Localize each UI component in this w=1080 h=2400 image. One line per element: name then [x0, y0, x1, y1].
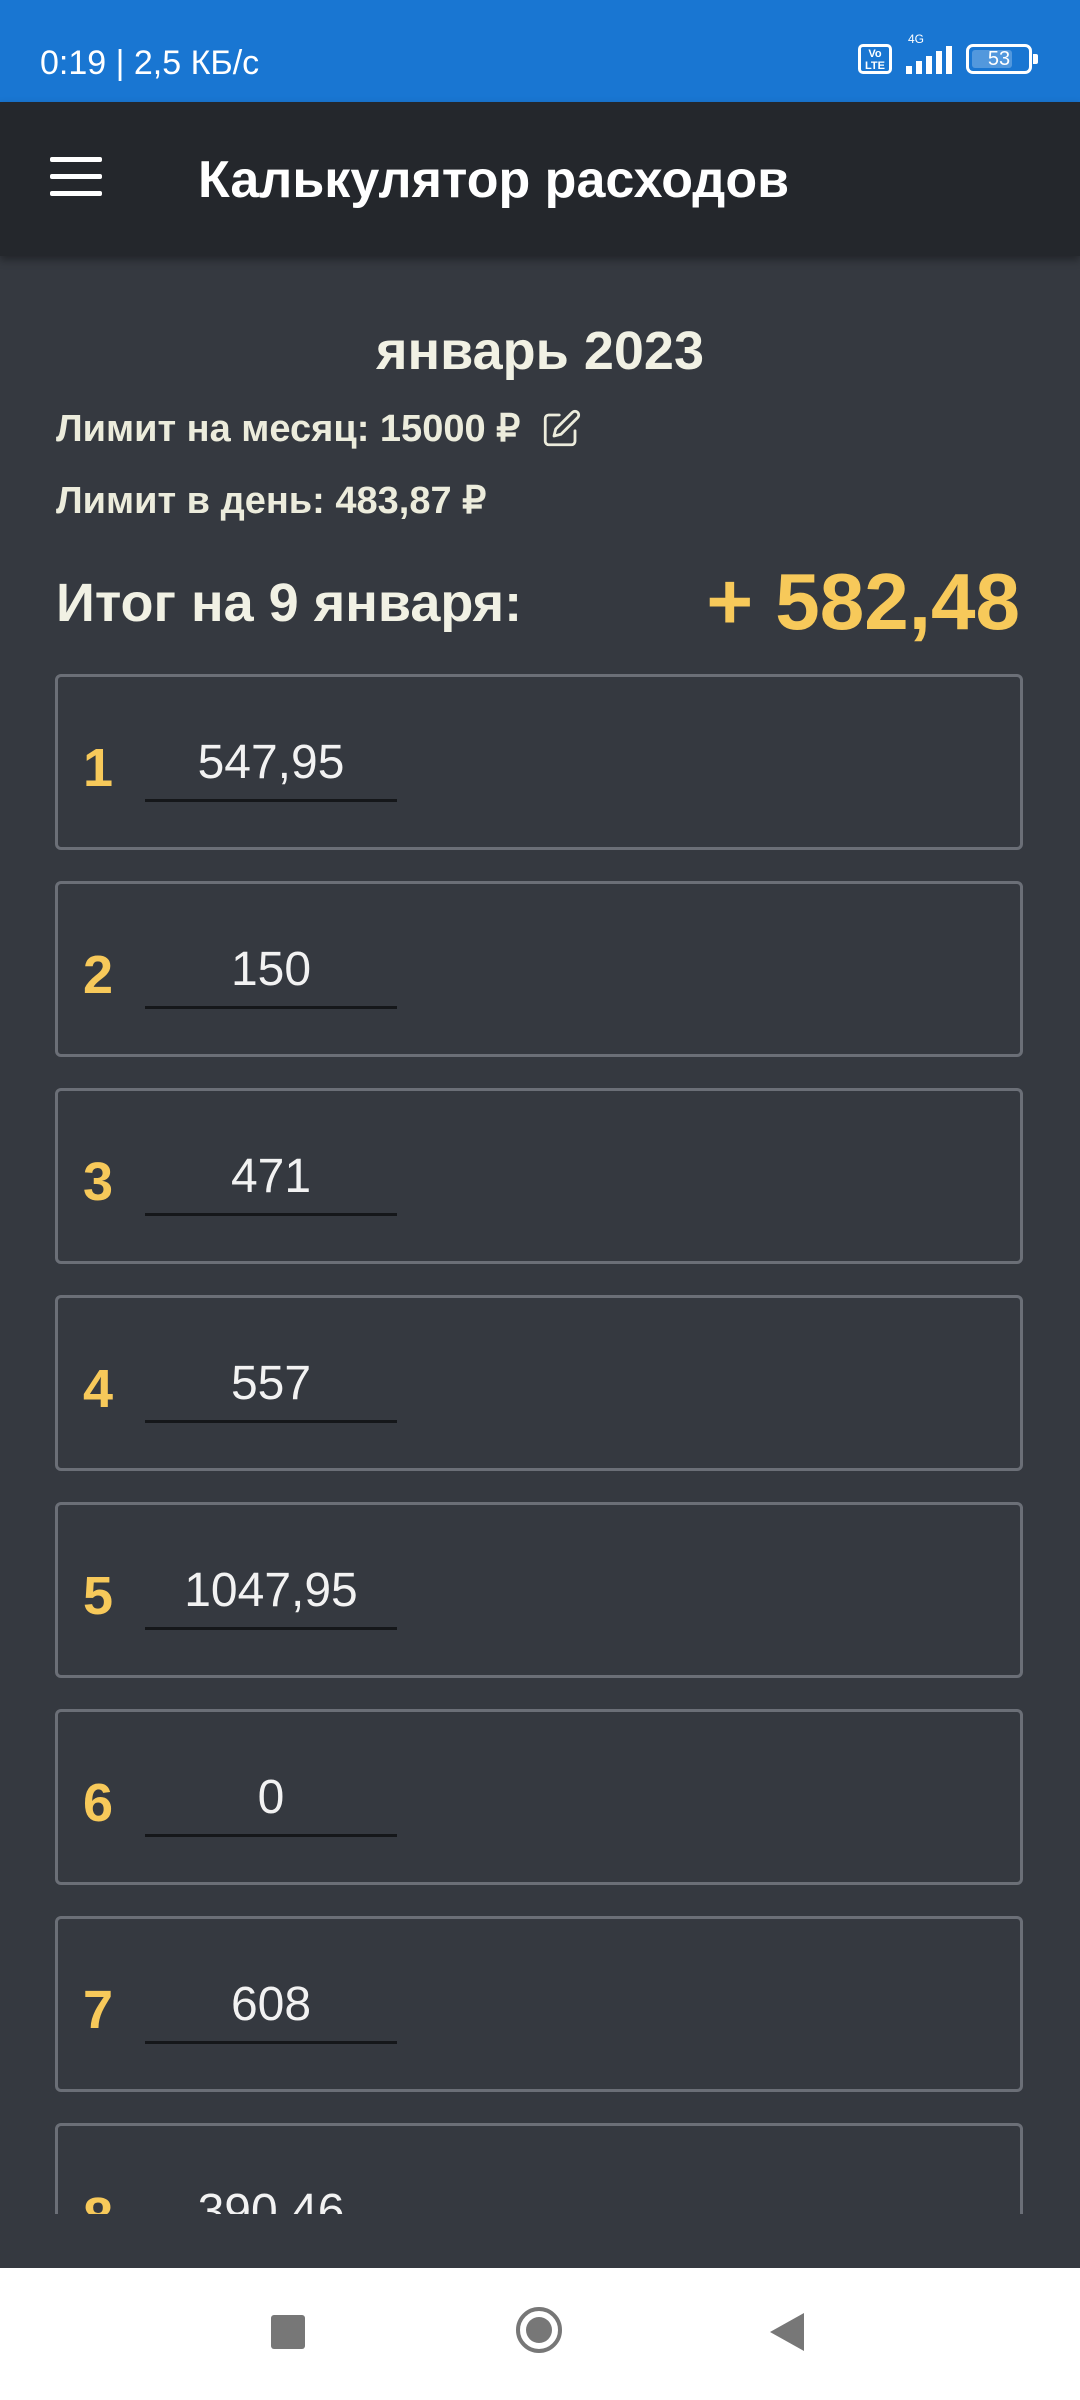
app-bar: Калькулятор расходов: [0, 102, 1080, 256]
status-time: 0:19 | 2,5 КБ/с: [40, 44, 260, 82]
expense-input[interactable]: 547,95: [145, 729, 397, 802]
volte-icon: Vo LTE: [858, 44, 892, 74]
day-number: 5: [83, 1566, 114, 1626]
main-content[interactable]: январь 2023 Лимит на месяц: 15000 ₽ Лими…: [0, 256, 1080, 2214]
expense-input[interactable]: 150: [145, 936, 397, 1009]
expense-input[interactable]: 471: [145, 1143, 397, 1216]
day-number: 8: [83, 2186, 113, 2214]
expense-input[interactable]: 1047,95: [145, 1557, 397, 1630]
day-card: 8 390,46: [55, 2123, 1023, 2214]
expense-input[interactable]: 608: [145, 1971, 397, 2044]
expense-input[interactable]: 390,46: [145, 2178, 397, 2214]
day-card: 1 547,95: [55, 674, 1023, 850]
back-icon[interactable]: [770, 2313, 804, 2351]
day-number: 1: [83, 738, 114, 798]
status-icons: Vo LTE 4G 53: [858, 32, 1038, 74]
day-number: 6: [83, 1773, 114, 1833]
hamburger-menu-icon[interactable]: [50, 157, 104, 199]
network-type: 4G: [908, 32, 925, 46]
battery-icon: 53: [966, 44, 1038, 74]
day-number: 4: [83, 1359, 114, 1419]
home-icon[interactable]: [516, 2307, 562, 2353]
day-number: 3: [83, 1152, 114, 1212]
expense-input[interactable]: 0: [145, 1764, 397, 1837]
signal-icon: 4G: [906, 32, 952, 74]
month-limit-row: Лимит на месяц: 15000 ₽: [56, 406, 582, 451]
day-card: 3 471: [55, 1088, 1023, 1264]
total-value: + 582,48: [706, 557, 1020, 646]
day-limit-row: Лимит в день: 483,87 ₽: [56, 478, 486, 523]
day-number: 2: [83, 945, 114, 1005]
total-label: Итог на 9 января:: [56, 573, 523, 633]
month-title: январь 2023: [376, 321, 704, 381]
recents-icon[interactable]: [271, 2315, 305, 2349]
status-bar: 0:19 | 2,5 КБ/с Vo LTE 4G 53: [0, 0, 1080, 102]
edit-icon[interactable]: [540, 408, 582, 450]
day-card: 6 0: [55, 1709, 1023, 1885]
month-limit-text: Лимит на месяц: 15000 ₽: [56, 408, 521, 450]
day-limit-text: Лимит в день: 483,87 ₽: [56, 480, 487, 522]
system-nav-bar: [0, 2268, 1080, 2400]
day-card: 2 150: [55, 881, 1023, 1057]
expense-input[interactable]: 557: [145, 1350, 397, 1423]
day-number: 7: [83, 1980, 114, 2040]
day-card: 5 1047,95: [55, 1502, 1023, 1678]
day-card: 4 557: [55, 1295, 1023, 1471]
battery-level: 53: [987, 48, 1011, 70]
app-title: Калькулятор расходов: [198, 151, 790, 209]
day-card: 7 608: [55, 1916, 1023, 2092]
